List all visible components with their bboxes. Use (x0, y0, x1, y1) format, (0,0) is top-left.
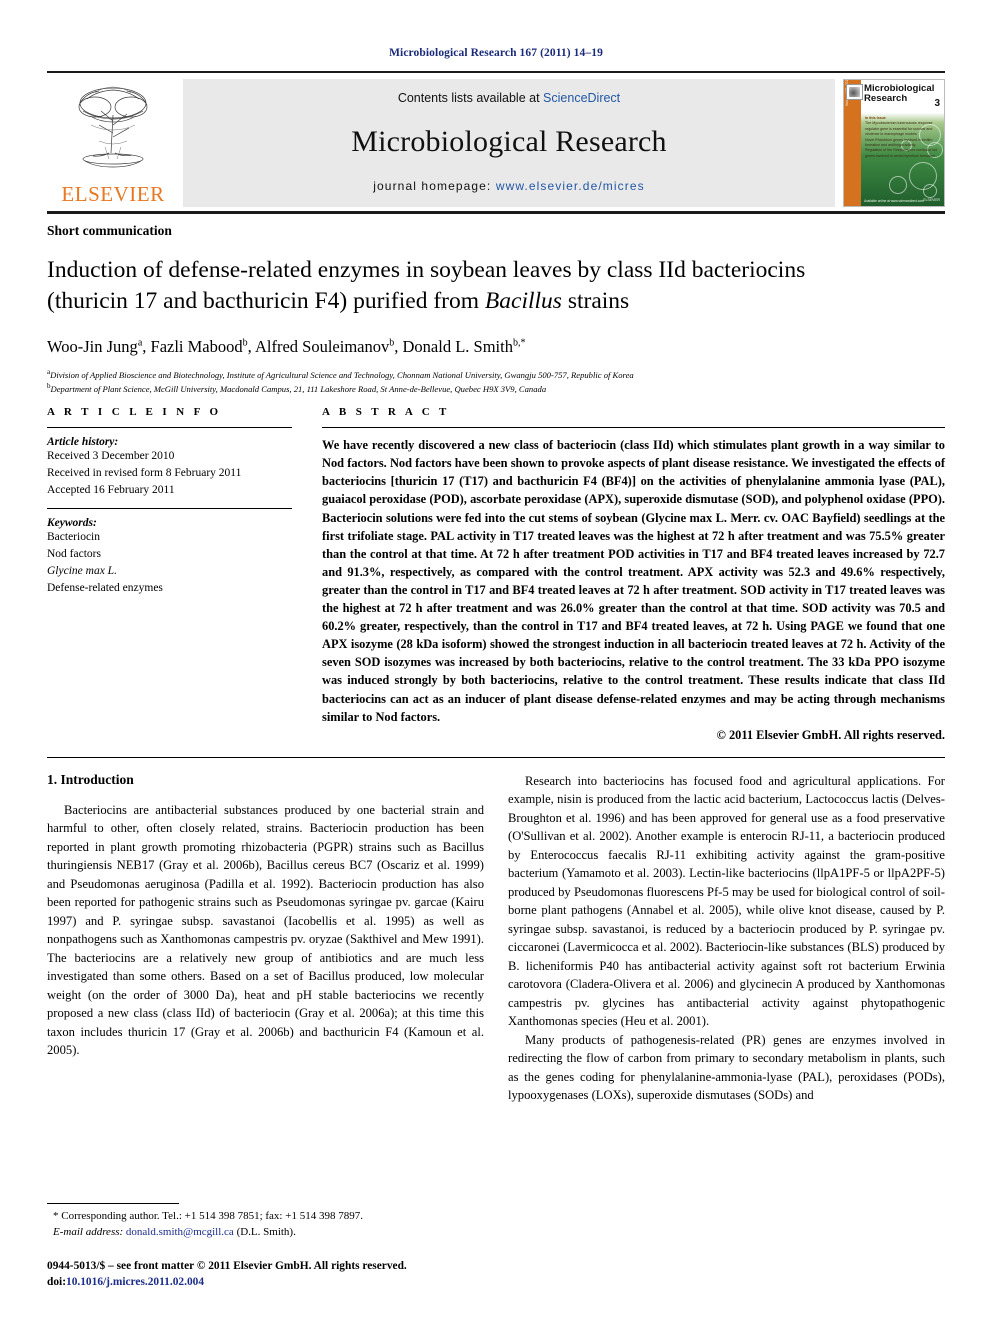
sciencedirect-link[interactable]: ScienceDirect (543, 91, 620, 105)
article-type: Short communication (47, 223, 172, 238)
keyword-1: Nod factors (47, 548, 101, 561)
contents-prefix: Contents lists available at (397, 91, 540, 105)
issn-front-matter: 0944-5013/$ – see front matter © 2011 El… (47, 1259, 407, 1272)
abstract-heading: A B S T R A C T (322, 406, 450, 419)
section-heading-introduction: 1. Introduction (47, 771, 134, 787)
cover-highlight-1: The Mycobacterium tuberculosis response … (865, 121, 933, 137)
doi-label: doi: (47, 1276, 66, 1289)
article-history-1: Received in revised form 8 February 2011 (47, 467, 242, 480)
email-note: E-mail address: donald.smith@mcgill.ca (… (47, 1225, 477, 1241)
homepage-prefix: journal homepage: (373, 179, 492, 193)
contents-banner: Contents lists available at ScienceDirec… (183, 79, 835, 207)
cover-highlight-0: In this issue (865, 116, 886, 120)
sep-2: , (394, 336, 403, 356)
cover-highlight-3: Regulation of the Streptomyces coelicolo… (865, 148, 938, 158)
author-2: Alfred Souleimanov (254, 336, 390, 356)
article-info-rule (47, 427, 292, 429)
author-3-affil-mark: b,* (512, 337, 526, 349)
author-3: Donald L. Smith (402, 336, 513, 356)
affiliation-a-text: Division of Applied Bioscience and Biote… (50, 369, 634, 380)
elsevier-tree-icon (78, 86, 148, 168)
cover-highlight-2: Novel Rhizobium genes involved in biofil… (865, 137, 933, 147)
info-abstract-row: A R T I C L E I N F O Article history: R… (47, 406, 945, 743)
cover-corner-logo: ELSEVIER (923, 198, 940, 202)
keyword-3: Defense-related enzymes (47, 582, 163, 595)
article-history-label: Article history: (47, 436, 119, 449)
title-block: Short communication Induction of defense… (47, 214, 945, 396)
body-columns: 1. Introduction Bacteriocins are antibac… (47, 772, 945, 1105)
abstract-text: We have recently discovered a new class … (322, 438, 945, 724)
journal-cover-thumbnail[interactable]: Volume 167 · 2011 Microbiological Resear… (843, 79, 945, 207)
doi-link[interactable]: 10.1016/j.micres.2011.02.004 (66, 1276, 204, 1288)
imprint-block: 0944-5013/$ – see front matter © 2011 El… (47, 1258, 477, 1291)
contents-available-line: Contents lists available at ScienceDirec… (398, 91, 620, 105)
cover-publisher-mark (846, 84, 863, 100)
author-list: Woo-Jin Junga, Fazli Maboodb, Alfred Sou… (47, 337, 945, 357)
article-history-2: Accepted 16 February 2011 (47, 484, 175, 497)
affiliation-b-text: Department of Plant Science, McGill Univ… (50, 384, 547, 395)
article-info-column: A R T I C L E I N F O Article history: R… (47, 406, 322, 743)
homepage-url-link[interactable]: www.elsevier.de/micres (496, 179, 645, 193)
title-genus: Bacillus (484, 287, 562, 314)
author-0: Woo-Jin Jung (47, 336, 138, 356)
affiliation-a: aDivision of Applied Bioscience and Biot… (47, 367, 945, 382)
author-1: Fazli Mabood (150, 336, 243, 356)
cover-highlights: In this issue The Mycobacterium tubercul… (865, 116, 938, 159)
cover-title-line2: Research (864, 93, 908, 105)
elsevier-logo: ELSEVIER (47, 79, 179, 207)
doi-line: doi:10.1016/j.micres.2011.02.004 (47, 1274, 477, 1291)
abstract-copyright: © 2011 Elsevier GmbH. All rights reserve… (716, 727, 945, 742)
keywords-rule (47, 508, 292, 510)
body-column-left: 1. Introduction Bacteriocins are antibac… (47, 772, 484, 1105)
email-link[interactable]: donald.smith@mcgill.ca (126, 1226, 234, 1238)
email-owner: (D.L. Smith). (236, 1226, 296, 1238)
title-line-2-post: strains (561, 287, 630, 314)
journal-masthead: ELSEVIER Contents lists available at Sci… (47, 71, 945, 207)
page-title: Induction of defense-related enzymes in … (47, 255, 945, 317)
elsevier-wordmark: ELSEVIER (61, 182, 165, 206)
keyword-0: Bacteriocin (47, 531, 101, 544)
cover-footer-text: Available online at www.sciencedirect.co… (864, 199, 924, 203)
journal-homepage-line: journal homepage: www.elsevier.de/micres (373, 179, 644, 193)
paragraph-intro-2: Research into bacteriocins has focused f… (508, 773, 945, 1029)
footnote-block: * Corresponding author. Tel.: +1 514 398… (47, 1203, 477, 1291)
cover-issue-number: 3 (934, 98, 940, 109)
email-label: E-mail address: (53, 1226, 124, 1238)
footnote-rule (47, 1203, 179, 1205)
sep-0: , (142, 336, 151, 356)
affiliation-b: bDepartment of Plant Science, McGill Uni… (47, 381, 945, 396)
journal-title: Microbiological Research (351, 125, 667, 158)
body-column-right: Research into bacteriocins has focused f… (508, 772, 945, 1105)
keyword-2: Glycine max L. (47, 565, 117, 578)
title-line-2-pre: (thuricin 17 and bacthuricin F4) purifie… (47, 287, 485, 314)
article-info-heading: A R T I C L E I N F O (47, 406, 222, 419)
article-page: Microbiological Research 167 (2011) 14–1… (0, 0, 992, 1323)
abstract-rule (322, 427, 945, 429)
paragraph-intro-3: Many products of pathogenesis-related (P… (508, 1032, 945, 1103)
sep-1: , (247, 336, 255, 356)
running-head: Microbiological Research 167 (2011) 14–1… (389, 47, 603, 59)
title-line-1: Induction of defense-related enzymes in … (47, 257, 806, 283)
cover-title: Microbiological Research (864, 83, 942, 105)
keywords-label: Keywords: (47, 517, 97, 530)
body-top-rule (47, 756, 945, 758)
abstract-column: A B S T R A C T We have recently discove… (322, 406, 945, 743)
paragraph-intro-1: Bacteriocins are antibacterial substance… (47, 802, 484, 1058)
corresponding-author-note: * Corresponding author. Tel.: +1 514 398… (53, 1210, 363, 1223)
article-history-0: Received 3 December 2010 (47, 450, 175, 463)
